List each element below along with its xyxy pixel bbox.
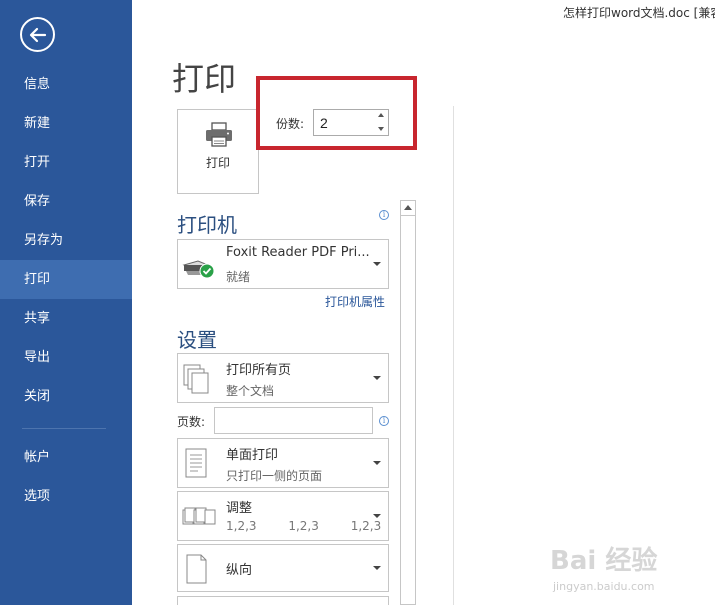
printer-dropdown[interactable]: Foxit Reader PDF Pri... 就绪 <box>177 239 389 289</box>
next-setting-dropdown[interactable] <box>177 596 389 605</box>
nav-item-save-as[interactable]: 另存为 <box>0 221 132 260</box>
printer-properties-link[interactable]: 打印机属性 <box>325 293 385 310</box>
collate-icon <box>182 507 216 525</box>
watermark-logo: Bai 经验 <box>550 546 658 576</box>
page-range-dropdown[interactable]: 打印所有页 整个文档 <box>177 353 389 403</box>
collate-dropdown[interactable]: 调整 <box>177 491 389 541</box>
chevron-down-icon <box>373 262 381 266</box>
chevron-down-icon <box>373 461 381 465</box>
info-icon[interactable]: i <box>379 210 389 220</box>
nav-item-save[interactable]: 保存 <box>0 182 132 221</box>
scroll-up-icon[interactable] <box>404 205 412 210</box>
print-button[interactable]: 打印 <box>177 109 259 194</box>
printer-ready-icon <box>182 260 215 279</box>
page-range-subtitle: 整个文档 <box>226 384 275 398</box>
all-pages-icon <box>183 364 209 394</box>
watermark-url: jingyan.baidu.com <box>553 580 655 593</box>
highlight-annotation <box>256 76 417 150</box>
orientation-title: 纵向 <box>226 563 253 578</box>
preview-divider <box>453 106 454 605</box>
pages-label: 页数: <box>177 415 206 429</box>
nav-separator <box>22 428 106 429</box>
nav-item-info[interactable]: 信息 <box>0 65 132 104</box>
collate-subtitle: 1,2,3 1,2,3 1,2,3 <box>226 519 382 533</box>
nav-item-options[interactable]: 选项 <box>0 477 132 516</box>
print-button-label: 打印 <box>205 156 230 170</box>
back-arrow-icon[interactable] <box>20 17 55 52</box>
nav-item-share[interactable]: 共享 <box>0 299 132 338</box>
chevron-down-icon <box>373 376 381 380</box>
nav-item-new[interactable]: 新建 <box>0 104 132 143</box>
nav-item-account[interactable]: 帐户 <box>0 438 132 477</box>
sides-dropdown[interactable]: 单面打印 只打印一侧的页面 <box>177 438 389 488</box>
page-title: 打印 <box>172 60 237 98</box>
nav-item-close[interactable]: 关闭 <box>0 377 132 416</box>
printer-section-header: 打印机 <box>177 213 237 237</box>
printer-status: 就绪 <box>226 270 251 284</box>
nav-item-open[interactable]: 打开 <box>0 143 132 182</box>
settings-section-header: 设置 <box>177 328 217 352</box>
window-title: 怎样打印word文档.doc [兼容 <box>563 6 715 20</box>
settings-scrollbar[interactable] <box>400 200 416 605</box>
chevron-down-icon <box>373 566 381 570</box>
backstage-sidebar: 信息 新建 打开 保存 另存为 打印 共享 导出 关闭 帐户 选项 <box>0 0 132 605</box>
collate-title: 调整 <box>226 501 253 516</box>
sides-subtitle: 只打印一侧的页面 <box>226 469 323 483</box>
printer-icon <box>206 122 232 147</box>
portrait-icon <box>186 554 207 584</box>
sides-title: 单面打印 <box>226 448 279 463</box>
scroll-divider <box>401 215 415 216</box>
nav-item-export[interactable]: 导出 <box>0 338 132 377</box>
printer-name: Foxit Reader PDF Pri... <box>226 245 370 260</box>
orientation-dropdown[interactable]: 纵向 <box>177 544 389 592</box>
info-icon[interactable]: i <box>379 416 389 426</box>
nav-item-print[interactable]: 打印 <box>0 260 132 299</box>
page-range-title: 打印所有页 <box>226 363 292 378</box>
pages-input[interactable] <box>214 407 373 434</box>
chevron-down-icon <box>373 514 381 518</box>
single-sided-icon <box>185 448 207 478</box>
